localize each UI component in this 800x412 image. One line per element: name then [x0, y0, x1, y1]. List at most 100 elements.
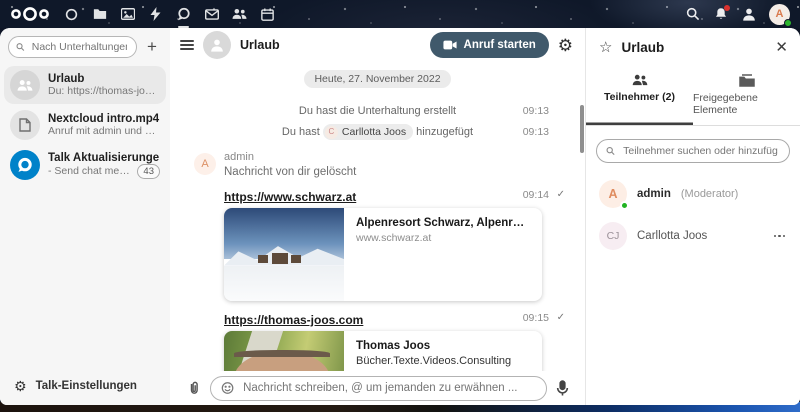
participant-name: admin	[637, 188, 671, 200]
talk-settings-button[interactable]: ⚙ Talk-Einstellungen	[0, 369, 170, 405]
message-link: https://www.schwarz.at 09:14 ✓	[224, 188, 565, 204]
details-title: Urlaub	[621, 40, 665, 55]
participant-avatar-letter: A	[608, 187, 618, 201]
topbar-right: A	[685, 3, 800, 27]
contacts-menu-icon[interactable]	[741, 6, 757, 22]
message-text-input[interactable]	[241, 381, 536, 395]
user-online-status-dot	[784, 18, 792, 27]
message-group-admin: A admin Nachricht von dir gelöscht	[194, 151, 561, 178]
admin-avatar: A	[194, 153, 216, 175]
start-call-button[interactable]: Anruf starten	[429, 32, 549, 58]
participant-search-input[interactable]	[621, 144, 780, 158]
files-folder-icon[interactable]	[92, 7, 107, 22]
conversation-last-message: - Send chat messages wi...	[48, 165, 133, 177]
participant-role: (Moderator)	[680, 188, 739, 200]
chat-title: Urlaub	[240, 38, 280, 52]
unified-search-icon[interactable]	[685, 6, 701, 22]
tab-label: Teilnehmer (2)	[604, 91, 675, 103]
deleted-message-text: Nachricht von dir gelöscht	[224, 166, 357, 178]
message-input-bar	[170, 371, 585, 405]
link-preview-title: Thomas Joos	[356, 340, 431, 352]
group-avatar-icon	[10, 70, 40, 100]
voice-record-microphone-icon[interactable]	[556, 379, 569, 397]
participant-avatar-letters: CJ	[606, 230, 620, 242]
participant-avatar: A	[599, 180, 629, 210]
activity-icon[interactable]	[148, 7, 163, 22]
sent-check-icon: ✓	[556, 189, 565, 200]
file-avatar-icon	[10, 110, 40, 140]
hamburger-menu-icon[interactable]	[180, 40, 194, 50]
participant-avatar: CJ	[599, 222, 627, 250]
chat-header: Urlaub Anruf starten ⚙	[170, 28, 585, 62]
new-conversation-button[interactable]: +	[142, 37, 162, 57]
start-call-label: Anruf starten	[463, 39, 536, 51]
close-icon[interactable]: ✕	[775, 40, 788, 55]
conversation-last-message: Du: https://thomas-joos.com	[48, 85, 160, 97]
link-preview-title: Alpenresort Schwarz, Alpenresort Schwarz…	[356, 217, 530, 229]
search-icon	[16, 43, 25, 51]
conversation-text: Urlaub Du: https://thomas-joos.com	[48, 73, 160, 97]
favorite-star-icon[interactable]: ☆	[599, 40, 612, 55]
video-camera-icon	[442, 40, 457, 50]
link-preview-card-thomas-joos[interactable]: Thomas Joos Bücher.Texte.Videos.Consulti…	[224, 331, 542, 371]
conversation-settings-gear-icon[interactable]: ⚙	[558, 37, 573, 54]
message-timestamp: 09:14	[522, 189, 549, 201]
mail-icon[interactable]	[204, 7, 219, 22]
message-input-field[interactable]	[210, 375, 547, 401]
gear-icon: ⚙	[14, 378, 27, 394]
conversation-text: Talk Aktualisierungen ✓ - Send chat mess…	[48, 152, 160, 179]
conversation-search-row: +	[0, 28, 170, 65]
message-timestamp: 09:13	[522, 126, 549, 138]
conversation-item-urlaub[interactable]: Urlaub Du: https://thomas-joos.com	[4, 66, 166, 104]
conversation-details-sidebar: ☆ Urlaub ✕ Teilnehmer (2) Freigegebene E…	[585, 28, 800, 405]
photos-icon[interactable]	[120, 7, 135, 22]
calendar-icon[interactable]	[260, 7, 275, 22]
conversation-title: Nextcloud intro.mp4	[48, 113, 160, 125]
participant-search-field[interactable]	[596, 139, 790, 163]
system-message: Du hast C Carllotta Joos hinzugefügt 09:…	[194, 123, 561, 141]
app-navigation	[64, 7, 275, 28]
emoji-smiley-icon[interactable]	[221, 381, 234, 395]
participant-row-carllotta[interactable]: CJ Carllotta Joos	[586, 215, 800, 257]
conversation-item-nextcloud-intro[interactable]: Nextcloud intro.mp4 Anruf mit admin und …	[4, 106, 166, 144]
user-avatar[interactable]: A	[769, 3, 792, 27]
topbar: A	[0, 0, 800, 28]
tab-shared-items[interactable]: Freigegebene Elemente	[693, 69, 800, 125]
link-preview-description: Bücher.Texte.Videos.Consulting	[356, 355, 512, 367]
participant-row-admin[interactable]: A admin (Moderator)	[586, 173, 800, 215]
link-preview-body: Alpenresort Schwarz, Alpenresort Schwarz…	[344, 208, 542, 301]
notifications-bell-icon[interactable]	[713, 5, 730, 22]
date-separator: Heute, 27. November 2022	[304, 70, 451, 88]
link-preview-image-mountains	[224, 208, 344, 301]
participant-name: Carllotta Joos	[637, 230, 708, 242]
dashboard-icon[interactable]	[64, 7, 79, 22]
talk-app-icon[interactable]	[176, 7, 191, 28]
message-list: Heute, 27. November 2022 Du hast die Unt…	[170, 62, 585, 371]
link-preview-image-portrait	[224, 331, 344, 371]
more-options-icon[interactable]	[772, 231, 788, 242]
user-mention-chip[interactable]: C Carllotta Joos	[322, 124, 414, 141]
message-link-url[interactable]: https://thomas-joos.com	[224, 313, 363, 327]
admin-message-body: admin Nachricht von dir gelöscht	[224, 151, 356, 178]
link-preview-card-schwarz[interactable]: Alpenresort Schwarz, Alpenresort Schwarz…	[224, 208, 542, 301]
chat-scrollbar[interactable]	[580, 105, 584, 153]
conversation-item-talk-updates[interactable]: Talk Aktualisierungen ✓ - Send chat mess…	[4, 146, 166, 184]
message-author: admin	[224, 151, 254, 163]
shared-items-icon	[738, 74, 755, 87]
tab-participants[interactable]: Teilnehmer (2)	[586, 69, 693, 125]
talk-settings-label: Talk-Einstellungen	[35, 380, 137, 392]
system-message-suffix: hinzugefügt	[416, 126, 474, 138]
nextcloud-logo[interactable]	[10, 6, 50, 22]
sent-check-icon: ✓	[556, 312, 565, 323]
contacts-icon[interactable]	[232, 7, 247, 22]
message-link-url[interactable]: https://www.schwarz.at	[224, 190, 356, 204]
mention-avatar: C	[324, 125, 338, 139]
user-avatar-letter: A	[775, 8, 784, 20]
conversation-title: Urlaub	[48, 73, 85, 85]
attach-file-paperclip-icon[interactable]	[186, 380, 201, 396]
conversation-search-input[interactable]	[29, 40, 129, 54]
conversation-avatar	[203, 31, 231, 59]
conversation-search-field[interactable]	[8, 36, 137, 58]
talk-window: + Urlaub Du: https://thomas-joos.com Nex…	[0, 28, 800, 405]
details-header: ☆ Urlaub ✕	[586, 28, 800, 59]
